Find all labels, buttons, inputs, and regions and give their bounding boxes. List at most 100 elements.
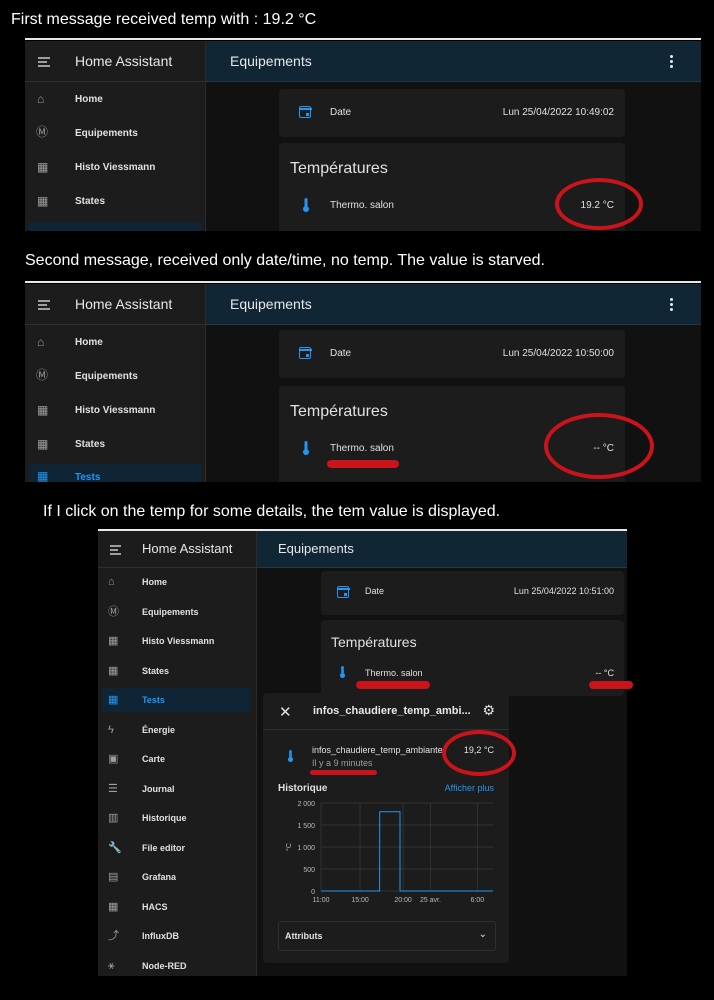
menu-icon[interactable] [38,300,50,310]
page-title: Equipements [230,53,312,69]
menu-icon[interactable] [110,545,122,555]
sidebar-item-label: Historique [142,813,187,823]
card-title: Températures [331,634,417,650]
sidebar-item-label: InfluxDB [142,931,179,941]
sidebar-item-label: Node-RED [142,960,187,971]
dashboard-icon: ▦ [37,194,49,208]
map-icon: ▣ [108,753,119,765]
sidebar-item-states[interactable]: ▦ States [25,426,205,460]
app-title: Home Assistant [75,296,173,312]
chevron-down-icon: ⌄ [478,929,487,940]
home-icon: ⌂ [37,335,45,349]
close-icon[interactable]: ✕ [279,703,292,721]
sidebar-header: Home Assistant [25,41,205,82]
date-label: Date [330,348,352,359]
ha-logo-icon: Ⓜ [36,125,49,139]
date-value: Lun 25/04/2022 10:51:00 [513,586,614,596]
y-tick-label: 2 000 [297,801,315,808]
x-tick-label: 15:00 [351,897,369,904]
dashboard-icon: ▦ [108,694,119,706]
menu-icon[interactable] [38,57,50,67]
sidebar-item-label: Carte [142,754,166,764]
sidebar-item-label: Equipements [75,371,138,382]
chart-line-icon: ⤴ [108,930,119,942]
sidebar-item-node-red[interactable]: ⚹ Node-RED [98,951,256,977]
sidebar-item-grafana[interactable]: ▤ Grafana [98,862,256,892]
show-more-link[interactable]: Afficher plus [445,783,494,793]
sidebar-item-historique[interactable]: ▥ Historique [98,803,256,833]
sidebar-item-equipements[interactable]: Ⓜ Equipements [25,115,205,149]
sidebar-item-histo-viessmann[interactable]: ▦ Histo Viessmann [25,149,205,183]
sensor-label[interactable]: Thermo. salon [330,443,394,454]
thermometer-icon[interactable] [338,666,347,678]
sidebar-item-label: States [142,665,170,676]
sidebar-item-tests[interactable] [29,222,201,231]
sidebar-item-tests[interactable]: ▦ Tests [102,688,250,712]
card-title: Températures [290,160,388,177]
date-card: Date Lun 25/04/2022 10:49:02 [279,89,625,137]
highlight-underline [356,681,430,689]
history-chart: 0 500 1 000 1 500 2 000 11:00 15:00 20:00 25 avr… [285,801,493,904]
thermometer-icon [287,750,294,762]
ha-logo-icon: Ⓜ [108,605,119,618]
x-tick-label: 25 avr. [420,897,441,904]
sidebar-item-histo-viessmann[interactable]: ▦ Histo Viessmann [25,392,205,426]
thermometer-icon[interactable] [301,441,311,455]
entity-name: infos_chaudiere_temp_ambiante [312,745,443,755]
top-bar: Equipements [206,41,701,82]
sidebar-item-label: Equipements [142,606,199,617]
sensor-value[interactable]: -- °C [595,668,614,678]
sidebar-item-influxdb[interactable]: ⤴ InfluxDB [98,921,256,951]
store-icon: ▦ [108,900,119,913]
sidebar-item-label: Histo Viessmann [75,405,156,416]
sidebar-item-tests[interactable]: ▦ Tests [29,464,201,482]
wrench-icon: 🔧 [108,841,122,854]
top-bar: Equipements [206,284,701,325]
caption-third: If I click on the temp for some details,… [43,503,501,520]
date-card: Date Lun 25/04/2022 10:51:00 [321,571,624,615]
sidebar-item-home[interactable]: ⌂ Home [98,567,256,597]
sidebar-item-states[interactable]: ▦ States [98,656,256,686]
home-icon: ⌂ [37,92,45,106]
highlight-underline [327,460,399,468]
sidebar-item-label: HACS [142,901,168,912]
dashboard-icon: ▦ [37,437,49,451]
sidebar-item-label: Home [75,94,103,105]
sidebar-item-file-editor[interactable]: 🔧 File editor [98,833,256,863]
sidebar-item-énergie[interactable]: ϟ Énergie [98,715,256,745]
page-title: Equipements [278,541,354,556]
sidebar-item-equipements[interactable]: Ⓜ Equipements [25,358,205,392]
sidebar-item-home[interactable]: ⌂ Home [25,324,205,358]
separator-line [25,38,701,40]
thermometer-icon[interactable] [301,198,311,212]
attributes-expander[interactable]: Attributs ⌄ [278,921,496,951]
sidebar: Home Assistant ⌂ Home Ⓜ Equipements ▦ Hi… [25,284,206,482]
sidebar-item-histo-viessmann[interactable]: ▦ Histo Viessmann [98,626,256,656]
highlight-circle [555,178,643,230]
dashboard-icon: ▦ [37,403,49,417]
x-tick-label: 11:00 [313,897,330,904]
overflow-menu-icon[interactable] [670,55,673,70]
calendar-icon [298,106,312,118]
sidebar-item-hacs[interactable]: ▦ HACS [98,892,256,922]
sidebar-item-states[interactable]: ▦ States [25,183,205,217]
dialog-title: infos_chaudiere_temp_ambi... [313,705,471,717]
y-tick-label: 500 [303,867,315,874]
sidebar-item-home[interactable]: ⌂ Home [25,81,205,115]
sensor-label[interactable]: Thermo. salon [330,200,394,211]
date-card: Date Lun 25/04/2022 10:50:00 [279,330,625,378]
sidebar-item-label: Histo Viessmann [75,162,156,173]
chart-icon: ▥ [108,812,119,824]
sitemap-icon: ⚹ [108,959,115,972]
overflow-menu-icon[interactable] [670,298,673,313]
sidebar-item-equipements[interactable]: Ⓜ Equipements [98,597,256,627]
dashboard-icon: ▦ [108,635,119,647]
separator-line [25,281,701,283]
highlight-underline [589,681,633,689]
settings-gear-icon[interactable]: ⚙ [482,702,495,719]
sensor-label[interactable]: Thermo. salon [365,668,423,678]
sidebar-item-carte[interactable]: ▣ Carte [98,744,256,774]
date-value: Lun 25/04/2022 10:49:02 [502,107,614,118]
sidebar-item-journal[interactable]: ☰ Journal [98,774,256,804]
x-tick-label: 20:00 [394,897,412,904]
